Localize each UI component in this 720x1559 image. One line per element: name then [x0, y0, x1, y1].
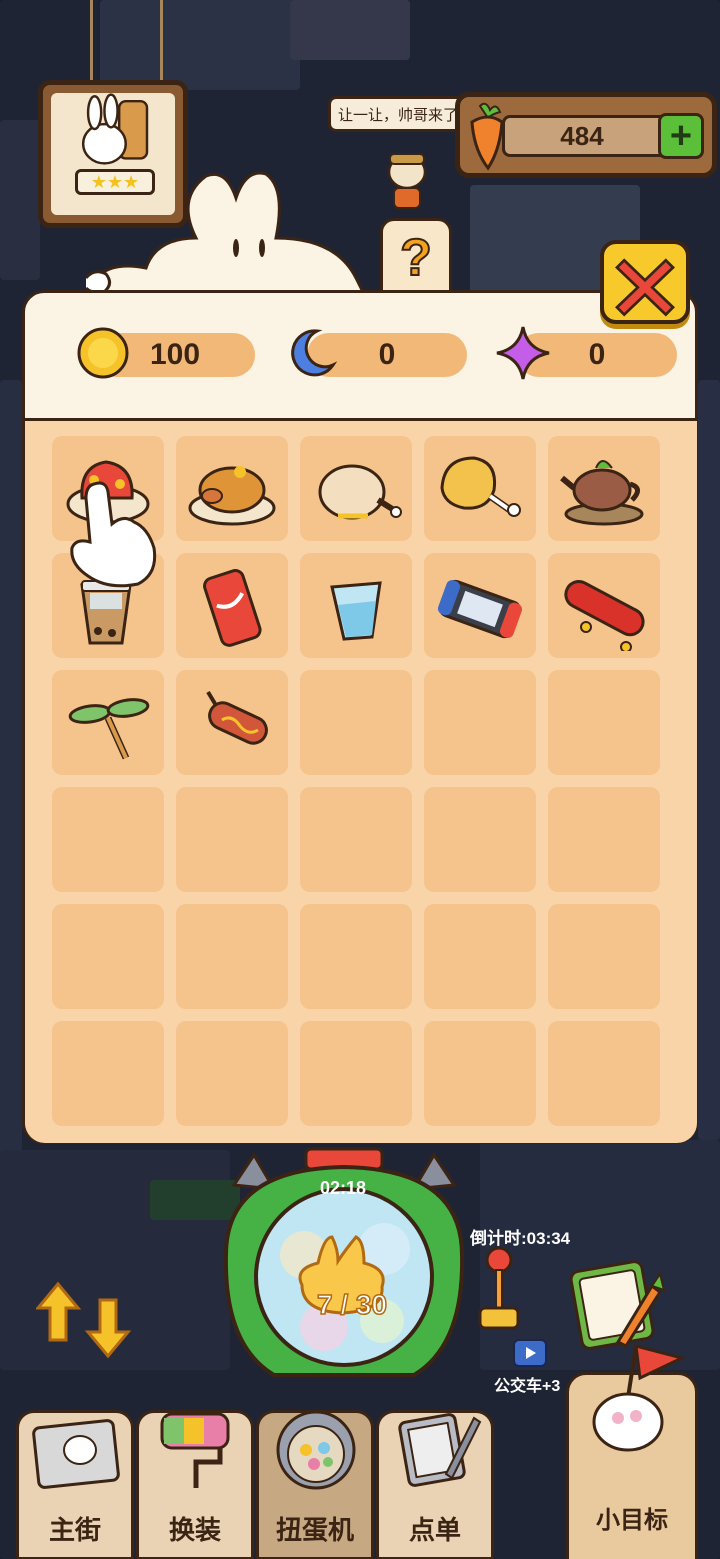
bunny-flag-icon — [592, 1343, 687, 1452]
inventory-slot-empty — [176, 1021, 288, 1126]
roast-pig-icon — [188, 465, 276, 525]
roast-chicken-icon — [318, 464, 402, 519]
inventory-slot[interactable] — [176, 436, 288, 541]
bamboo-dragonfly-icon — [68, 697, 150, 759]
inventory-slot-empty — [52, 904, 164, 1009]
inventory-slot-empty — [548, 787, 660, 892]
inventory-slot-empty — [300, 904, 412, 1009]
skateboard-icon — [564, 579, 645, 651]
sausage-skewer-icon — [206, 690, 268, 745]
inventory-slot-empty — [424, 787, 536, 892]
newspaper-bunny-icon — [32, 1419, 120, 1489]
tutorial-hand-pointer-icon — [70, 481, 157, 588]
inventory-slot[interactable] — [548, 436, 660, 541]
machine-timer: 02:18 — [319, 1178, 367, 1198]
nav-label: 小目标 — [596, 1507, 668, 1534]
paint-roller-icon — [160, 1412, 230, 1488]
inventory-slot-empty — [176, 787, 288, 892]
nav-label: 主街 — [48, 1515, 101, 1545]
nav-main-street[interactable]: 主街 — [16, 1410, 134, 1559]
inventory-slot-empty — [300, 787, 412, 892]
inventory-slot-empty — [424, 1021, 536, 1126]
inventory-slot-empty — [548, 1021, 660, 1126]
soda-can-icon — [203, 568, 262, 647]
video-play-icon[interactable] — [512, 1338, 548, 1368]
inventory-slot-empty — [548, 904, 660, 1009]
inventory-slot-empty — [52, 787, 164, 892]
inventory-slot-empty — [424, 670, 536, 775]
nav-small-goal[interactable]: 小目标 — [566, 1343, 698, 1559]
sun-icon — [77, 327, 129, 379]
sign-rope — [90, 0, 93, 82]
inventory-slot[interactable] — [52, 670, 164, 775]
inventory-slot[interactable] — [548, 553, 660, 658]
inventory-slot-empty — [300, 670, 412, 775]
add-carrot-button[interactable]: + — [658, 113, 704, 159]
nav-label: 扭蛋机 — [275, 1515, 354, 1545]
inventory-slot-empty — [424, 904, 536, 1009]
inventory-slot[interactable] — [424, 553, 536, 658]
inventory-slot-empty — [52, 1021, 164, 1126]
order-clipboard-icon[interactable] — [568, 1250, 668, 1350]
help-button[interactable]: ? — [380, 218, 452, 298]
carrot-icon — [470, 102, 504, 171]
inventory-panel: 100 0 0 — [22, 290, 698, 1144]
close-icon — [615, 258, 675, 317]
inventory-slot-empty — [548, 670, 660, 775]
sign-rope — [160, 0, 163, 82]
inventory-slot-empty — [300, 1021, 412, 1126]
carrot-count: 484 — [502, 115, 662, 157]
inventory-slot-empty — [176, 904, 288, 1009]
resource-row: 100 0 0 — [25, 323, 695, 383]
nav-order[interactable]: 点单 — [376, 1410, 494, 1559]
inventory-slot[interactable] — [176, 670, 288, 775]
sparkle-star-icon — [496, 326, 550, 380]
order-pad-icon — [398, 1413, 482, 1487]
water-glass-icon — [330, 580, 382, 641]
inventory-slot[interactable] — [424, 436, 536, 541]
inventory-slot[interactable] — [300, 553, 412, 658]
npc-speech-bubble: 让一让，帅哥来了 — [328, 96, 468, 132]
inventory-slot[interactable] — [176, 553, 288, 658]
nav-gacha[interactable]: 扭蛋机 — [256, 1410, 374, 1559]
npc-character-icon[interactable] — [382, 150, 432, 210]
teapot-icon — [560, 459, 644, 525]
game-console-icon — [437, 579, 523, 638]
nav-label: 点单 — [408, 1515, 461, 1545]
moon-icon — [291, 329, 338, 377]
countdown-label: 倒计时:03:34 — [470, 1229, 571, 1248]
capsule-progress: 7 / 30 — [316, 1288, 388, 1321]
inventory-slot[interactable] — [300, 436, 412, 541]
joystick-icon[interactable] — [474, 1244, 524, 1334]
capsule-machine-icon — [276, 1410, 356, 1490]
fried-drumstick-icon — [440, 455, 521, 517]
close-button[interactable] — [600, 240, 690, 324]
nav-label: 换装 — [168, 1515, 221, 1545]
swap-arrows-icon[interactable] — [36, 1280, 136, 1360]
nav-dress-up[interactable]: 换装 — [136, 1410, 254, 1559]
